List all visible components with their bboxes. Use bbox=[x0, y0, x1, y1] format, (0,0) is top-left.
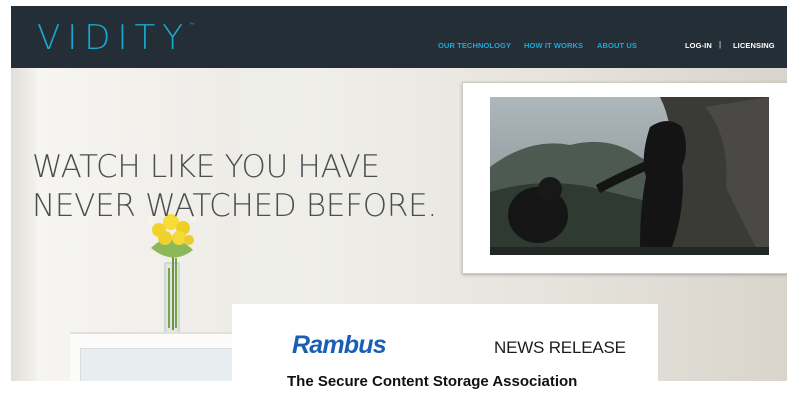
nav-about-us[interactable]: ABOUT US bbox=[597, 41, 637, 50]
headline-line-1: WATCH LIKE YOU HAVE bbox=[32, 149, 380, 185]
apes-scene-image bbox=[490, 97, 769, 255]
site-header: VIDITY ™ OUR TECHNOLOGY HOW IT WORKS ABO… bbox=[11, 6, 787, 68]
nav-our-technology[interactable]: OUR TECHNOLOGY bbox=[438, 41, 511, 50]
rambus-logo: Rambus bbox=[292, 331, 387, 359]
nav-log-in[interactable]: LOG-IN bbox=[685, 41, 712, 50]
news-headline: The Secure Content Storage Association bbox=[287, 373, 578, 390]
tv-screen-image bbox=[490, 97, 769, 255]
nav-separator: | bbox=[719, 40, 722, 49]
nav-licensing[interactable]: LICENSING bbox=[733, 41, 775, 50]
hero-tv bbox=[462, 82, 787, 274]
hero-headline: WATCH LIKE YOU HAVE NEVER WATCHED BEFORE… bbox=[32, 148, 437, 226]
headline-line-2: NEVER WATCHED BEFORE. bbox=[32, 188, 437, 224]
side-table bbox=[70, 332, 252, 381]
vidity-logo[interactable]: VIDITY bbox=[37, 18, 190, 58]
flower-vase-image bbox=[147, 214, 197, 334]
side-table-glass bbox=[80, 348, 242, 381]
nav-how-it-works[interactable]: HOW IT WORKS bbox=[524, 41, 583, 50]
news-release-label: NEWS RELEASE bbox=[494, 338, 626, 357]
trademark-mark: ™ bbox=[189, 22, 194, 28]
